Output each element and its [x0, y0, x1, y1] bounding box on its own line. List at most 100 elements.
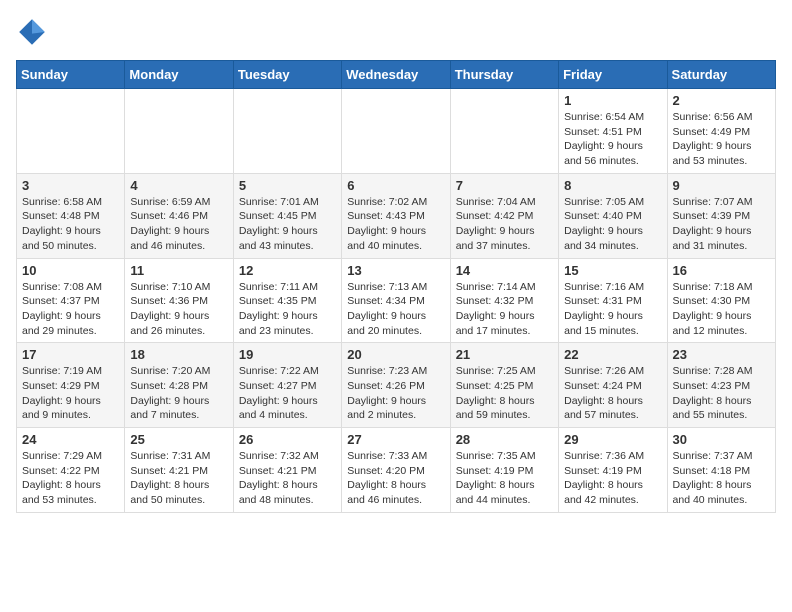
header-row: SundayMondayTuesdayWednesdayThursdayFrid…	[17, 61, 776, 89]
day-info: Sunrise: 7:29 AM Sunset: 4:22 PM Dayligh…	[22, 449, 119, 508]
day-number: 17	[22, 347, 119, 362]
day-cell: 15 Sunrise: 7:16 AM Sunset: 4:31 PM Dayli…	[559, 258, 667, 343]
day-cell: 3 Sunrise: 6:58 AM Sunset: 4:48 PM Daylig…	[17, 173, 125, 258]
day-cell: 9 Sunrise: 7:07 AM Sunset: 4:39 PM Daylig…	[667, 173, 775, 258]
day-cell: 8Sunrise: 7:05 AM Sunset: 4:40 PM Daylig…	[559, 173, 667, 258]
day-cell: 11 Sunrise: 7:10 AM Sunset: 4:36 PM Dayli…	[125, 258, 233, 343]
day-number: 29	[564, 432, 661, 447]
week-row-2: 3 Sunrise: 6:58 AM Sunset: 4:48 PM Daylig…	[17, 173, 776, 258]
day-info: Sunrise: 7:04 AM Sunset: 4:42 PM Dayligh…	[456, 195, 553, 254]
day-number: 18	[130, 347, 227, 362]
day-number: 14	[456, 263, 553, 278]
day-number: 11	[130, 263, 227, 278]
day-info: Sunrise: 7:22 AM Sunset: 4:27 PM Dayligh…	[239, 364, 336, 423]
day-cell: 17 Sunrise: 7:19 AM Sunset: 4:29 PM Dayli…	[17, 343, 125, 428]
day-number: 30	[673, 432, 770, 447]
day-number: 8	[564, 178, 661, 193]
day-info: Sunrise: 7:08 AM Sunset: 4:37 PM Dayligh…	[22, 280, 119, 339]
day-number: 3	[22, 178, 119, 193]
day-cell	[125, 89, 233, 174]
day-cell: 29 Sunrise: 7:36 AM Sunset: 4:19 PM Dayli…	[559, 428, 667, 513]
day-info: Sunrise: 7:13 AM Sunset: 4:34 PM Dayligh…	[347, 280, 444, 339]
header	[16, 16, 776, 48]
week-row-1: 1Sunrise: 6:54 AM Sunset: 4:51 PM Daylig…	[17, 89, 776, 174]
day-cell: 1Sunrise: 6:54 AM Sunset: 4:51 PM Daylig…	[559, 89, 667, 174]
day-info: Sunrise: 7:18 AM Sunset: 4:30 PM Dayligh…	[673, 280, 770, 339]
calendar-body: 1Sunrise: 6:54 AM Sunset: 4:51 PM Daylig…	[17, 89, 776, 513]
day-number: 13	[347, 263, 444, 278]
day-number: 25	[130, 432, 227, 447]
day-number: 5	[239, 178, 336, 193]
day-info: Sunrise: 7:16 AM Sunset: 4:31 PM Dayligh…	[564, 280, 661, 339]
day-header-friday: Friday	[559, 61, 667, 89]
week-row-4: 17 Sunrise: 7:19 AM Sunset: 4:29 PM Dayli…	[17, 343, 776, 428]
day-cell	[450, 89, 558, 174]
day-number: 20	[347, 347, 444, 362]
day-number: 4	[130, 178, 227, 193]
day-number: 9	[673, 178, 770, 193]
day-cell: 5Sunrise: 7:01 AM Sunset: 4:45 PM Daylig…	[233, 173, 341, 258]
week-row-5: 24Sunrise: 7:29 AM Sunset: 4:22 PM Dayli…	[17, 428, 776, 513]
day-info: Sunrise: 7:14 AM Sunset: 4:32 PM Dayligh…	[456, 280, 553, 339]
day-number: 16	[673, 263, 770, 278]
day-cell: 24Sunrise: 7:29 AM Sunset: 4:22 PM Dayli…	[17, 428, 125, 513]
day-cell: 4Sunrise: 6:59 AM Sunset: 4:46 PM Daylig…	[125, 173, 233, 258]
day-info: Sunrise: 7:33 AM Sunset: 4:20 PM Dayligh…	[347, 449, 444, 508]
day-number: 19	[239, 347, 336, 362]
day-cell: 28Sunrise: 7:35 AM Sunset: 4:19 PM Dayli…	[450, 428, 558, 513]
day-cell: 21 Sunrise: 7:25 AM Sunset: 4:25 PM Dayli…	[450, 343, 558, 428]
logo-icon	[16, 16, 48, 48]
day-number: 2	[673, 93, 770, 108]
day-info: Sunrise: 7:31 AM Sunset: 4:21 PM Dayligh…	[130, 449, 227, 508]
day-cell: 6Sunrise: 7:02 AM Sunset: 4:43 PM Daylig…	[342, 173, 450, 258]
calendar-header: SundayMondayTuesdayWednesdayThursdayFrid…	[17, 61, 776, 89]
day-info: Sunrise: 7:25 AM Sunset: 4:25 PM Dayligh…	[456, 364, 553, 423]
day-number: 7	[456, 178, 553, 193]
day-cell: 25 Sunrise: 7:31 AM Sunset: 4:21 PM Dayli…	[125, 428, 233, 513]
day-info: Sunrise: 7:20 AM Sunset: 4:28 PM Dayligh…	[130, 364, 227, 423]
day-number: 26	[239, 432, 336, 447]
day-cell: 27 Sunrise: 7:33 AM Sunset: 4:20 PM Dayli…	[342, 428, 450, 513]
day-cell: 13 Sunrise: 7:13 AM Sunset: 4:34 PM Dayli…	[342, 258, 450, 343]
day-cell: 14 Sunrise: 7:14 AM Sunset: 4:32 PM Dayli…	[450, 258, 558, 343]
logo	[16, 16, 52, 48]
day-info: Sunrise: 6:58 AM Sunset: 4:48 PM Dayligh…	[22, 195, 119, 254]
day-cell	[342, 89, 450, 174]
day-info: Sunrise: 7:11 AM Sunset: 4:35 PM Dayligh…	[239, 280, 336, 339]
day-number: 21	[456, 347, 553, 362]
day-header-monday: Monday	[125, 61, 233, 89]
day-number: 23	[673, 347, 770, 362]
calendar-table: SundayMondayTuesdayWednesdayThursdayFrid…	[16, 60, 776, 513]
day-cell: 22 Sunrise: 7:26 AM Sunset: 4:24 PM Dayli…	[559, 343, 667, 428]
day-info: Sunrise: 7:19 AM Sunset: 4:29 PM Dayligh…	[22, 364, 119, 423]
day-info: Sunrise: 7:10 AM Sunset: 4:36 PM Dayligh…	[130, 280, 227, 339]
day-info: Sunrise: 7:26 AM Sunset: 4:24 PM Dayligh…	[564, 364, 661, 423]
day-header-tuesday: Tuesday	[233, 61, 341, 89]
day-number: 6	[347, 178, 444, 193]
day-cell: 20 Sunrise: 7:23 AM Sunset: 4:26 PM Dayli…	[342, 343, 450, 428]
day-info: Sunrise: 6:54 AM Sunset: 4:51 PM Dayligh…	[564, 110, 661, 169]
day-number: 27	[347, 432, 444, 447]
day-cell: 10Sunrise: 7:08 AM Sunset: 4:37 PM Dayli…	[17, 258, 125, 343]
day-header-wednesday: Wednesday	[342, 61, 450, 89]
week-row-3: 10Sunrise: 7:08 AM Sunset: 4:37 PM Dayli…	[17, 258, 776, 343]
day-number: 28	[456, 432, 553, 447]
day-cell: 23Sunrise: 7:28 AM Sunset: 4:23 PM Dayli…	[667, 343, 775, 428]
day-cell	[233, 89, 341, 174]
day-info: Sunrise: 6:56 AM Sunset: 4:49 PM Dayligh…	[673, 110, 770, 169]
day-cell: 2 Sunrise: 6:56 AM Sunset: 4:49 PM Daylig…	[667, 89, 775, 174]
day-cell: 16 Sunrise: 7:18 AM Sunset: 4:30 PM Dayli…	[667, 258, 775, 343]
day-header-sunday: Sunday	[17, 61, 125, 89]
day-number: 15	[564, 263, 661, 278]
day-info: Sunrise: 7:36 AM Sunset: 4:19 PM Dayligh…	[564, 449, 661, 508]
day-info: Sunrise: 7:23 AM Sunset: 4:26 PM Dayligh…	[347, 364, 444, 423]
day-cell: 18 Sunrise: 7:20 AM Sunset: 4:28 PM Dayli…	[125, 343, 233, 428]
day-cell	[17, 89, 125, 174]
day-info: Sunrise: 7:37 AM Sunset: 4:18 PM Dayligh…	[673, 449, 770, 508]
day-header-thursday: Thursday	[450, 61, 558, 89]
day-info: Sunrise: 7:07 AM Sunset: 4:39 PM Dayligh…	[673, 195, 770, 254]
day-cell: 30 Sunrise: 7:37 AM Sunset: 4:18 PM Dayli…	[667, 428, 775, 513]
day-cell: 19 Sunrise: 7:22 AM Sunset: 4:27 PM Dayli…	[233, 343, 341, 428]
day-header-saturday: Saturday	[667, 61, 775, 89]
day-number: 22	[564, 347, 661, 362]
